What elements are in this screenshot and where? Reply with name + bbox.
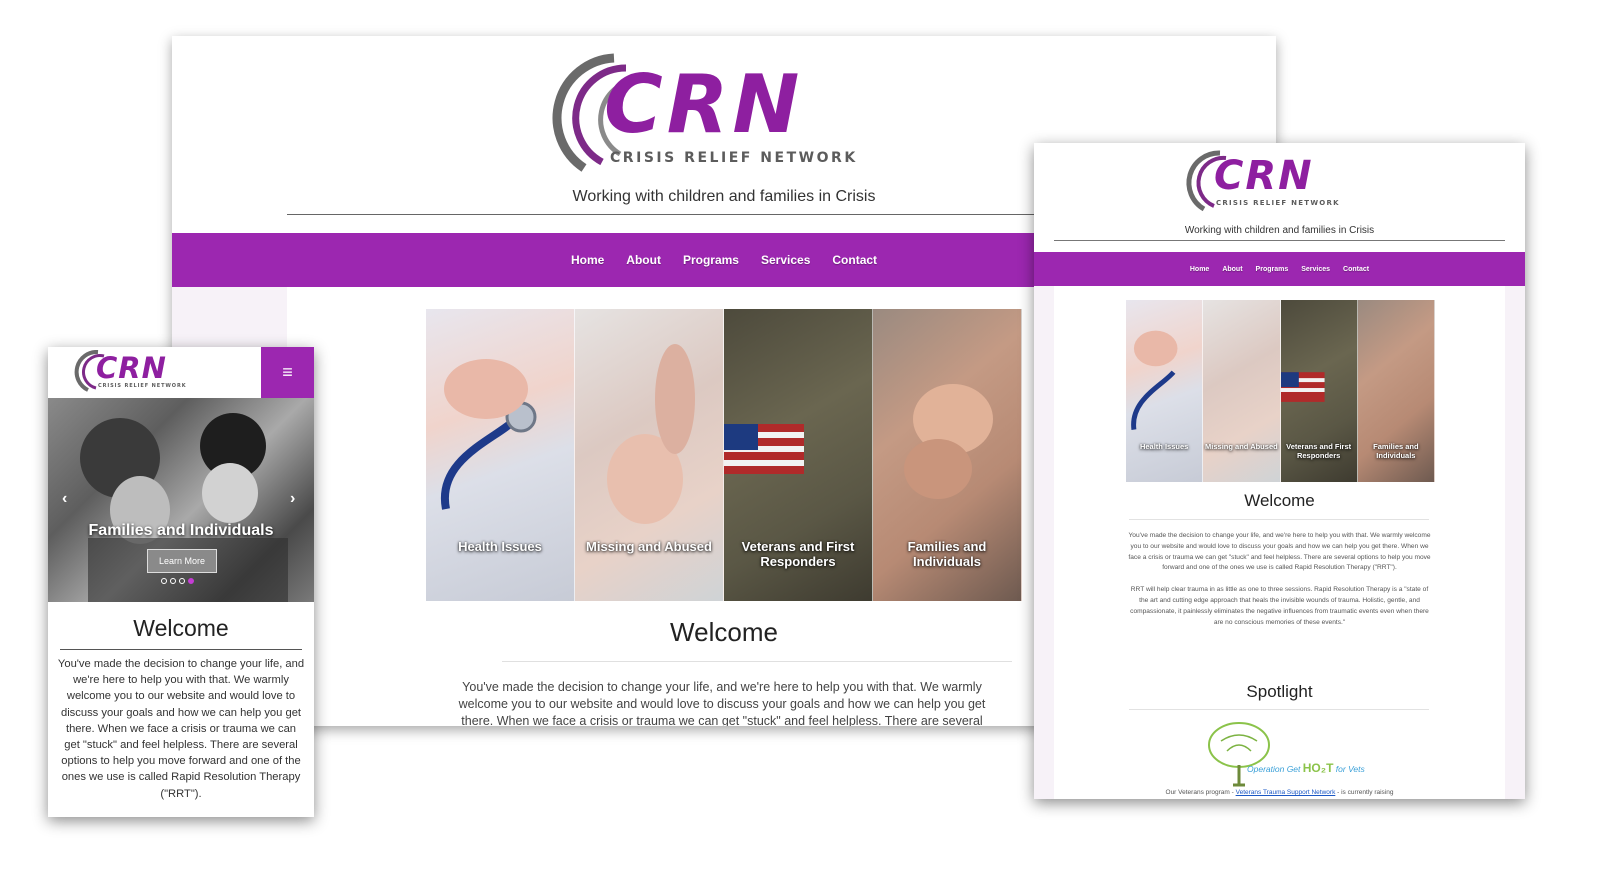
logo-text: CRN [96, 351, 167, 385]
panel-label: Health Issues [458, 539, 542, 554]
welcome-paragraph-2: RRT will help clear trauma in as little … [1130, 586, 1429, 626]
nav-services[interactable]: Services [1301, 266, 1330, 273]
slide-indicators [161, 578, 194, 584]
side-background [1505, 286, 1525, 799]
divider [1054, 240, 1505, 241]
crn-logo[interactable]: CRISIS RELIEF NETWORK CRN [1184, 149, 1374, 215]
tree-logo-image[interactable] [1199, 719, 1359, 789]
category-panels: Health Issues Missing and Abused Veteran… [1126, 300, 1435, 482]
panel-label: Veterans and First Responders [741, 539, 855, 569]
stethoscope-image [440, 359, 537, 510]
crn-logo[interactable]: CRISIS RELIEF NETWORK CRN [74, 350, 214, 394]
hamburger-menu-icon[interactable]: ≡ [261, 347, 314, 398]
nav-programs[interactable]: Programs [683, 253, 739, 267]
welcome-text: You've made the decision to change your … [1126, 531, 1433, 628]
slide-dot-3[interactable] [179, 578, 185, 584]
tablet-screenshot: CRISIS RELIEF NETWORK CRN Working with c… [1034, 143, 1525, 799]
panel-label: Families and Individuals [907, 539, 987, 569]
next-slide-arrow-icon[interactable]: › [290, 490, 295, 508]
nav-services[interactable]: Services [761, 253, 810, 267]
logo-subtitle: CRISIS RELIEF NETWORK [610, 150, 858, 166]
caption-brand: HO₂T [1302, 761, 1334, 775]
spotlight-heading: Spotlight [1246, 682, 1313, 701]
prev-slide-arrow-icon[interactable]: ‹ [62, 490, 67, 508]
nav-about[interactable]: About [1222, 266, 1242, 273]
divider [60, 649, 302, 650]
slide-title: Families and Individuals [88, 522, 274, 539]
panel-veterans[interactable]: Veterans and First Responders [1280, 300, 1358, 482]
nav-programs[interactable]: Programs [1256, 266, 1289, 273]
crn-logo[interactable]: CRISIS RELIEF NETWORK CRN [544, 50, 904, 182]
divider [1129, 519, 1429, 520]
spotlight-text-before: Our Veterans program - [1165, 789, 1236, 796]
tagline: Working with children and families in Cr… [1184, 225, 1375, 236]
panel-label: Health Issues [1139, 442, 1189, 451]
welcome-paragraph-1: You've made the decision to change your … [1128, 532, 1431, 572]
nav-contact[interactable]: Contact [1343, 266, 1369, 273]
panel-label: Missing and Abused [1205, 442, 1278, 451]
spotlight-text: Our Veterans program - Veterans Trauma S… [1094, 789, 1465, 796]
mobile-header: CRISIS RELIEF NETWORK CRN ≡ [48, 347, 314, 398]
main-nav: Home About Programs Services Contact [1034, 252, 1525, 286]
divider [502, 661, 1012, 662]
panel-missing-abused[interactable]: Missing and Abused [575, 309, 724, 601]
slide-dot-4[interactable] [188, 578, 194, 584]
panel-families[interactable]: Families and Individuals [1357, 300, 1435, 482]
caption-suffix: for Vets [1333, 764, 1365, 774]
nav-about[interactable]: About [626, 253, 661, 267]
welcome-text: You've made the decision to change your … [458, 680, 986, 726]
panel-health-issues[interactable]: Health Issues [1126, 300, 1204, 482]
panel-label: Missing and Abused [586, 539, 712, 554]
side-background [1034, 286, 1054, 799]
nav-contact[interactable]: Contact [832, 253, 877, 267]
nav-home[interactable]: Home [1190, 266, 1209, 273]
hands-image [607, 344, 695, 524]
panel-label: Veterans and First Responders [1286, 442, 1352, 460]
panel-veterans[interactable]: Veterans and First Responders [724, 309, 873, 601]
logo-text: CRN [604, 58, 804, 151]
learn-more-button[interactable]: Learn More [147, 549, 217, 573]
hero-slider: ‹ › Families and Individuals Learn More [48, 398, 314, 602]
panel-families[interactable]: Families and Individuals [873, 309, 1022, 601]
spotlight-caption: Operation Get HO₂T for Vets [1247, 761, 1365, 775]
category-panels: Health Issues Missing and Abused Veteran… [426, 309, 1022, 601]
divider [1129, 709, 1429, 710]
panel-health-issues[interactable]: Health Issues [426, 309, 575, 601]
caption-prefix: Operation Get [1247, 764, 1303, 774]
nav-home[interactable]: Home [571, 253, 604, 267]
veterans-network-link[interactable]: Veterans Trauma Support Network [1236, 789, 1336, 796]
welcome-heading: Welcome [1244, 491, 1315, 510]
welcome-heading: Welcome [670, 617, 778, 647]
logo-text: CRN [1214, 153, 1314, 199]
spotlight-text-after: - is currently raising [1335, 789, 1394, 796]
welcome-heading: Welcome [133, 615, 229, 641]
mobile-screenshot: CRISIS RELIEF NETWORK CRN ≡ ‹ › Families… [48, 347, 314, 817]
divider [287, 214, 1161, 215]
slide-dot-1[interactable] [161, 578, 167, 584]
welcome-text: You've made the decision to change your … [57, 658, 305, 800]
panel-missing-abused[interactable]: Missing and Abused [1203, 300, 1281, 482]
logo-subtitle: CRISIS RELIEF NETWORK [1216, 199, 1340, 207]
slide-dot-2[interactable] [170, 578, 176, 584]
panel-label: Families and Individuals [1373, 442, 1419, 460]
stethoscope-image [1131, 330, 1178, 430]
